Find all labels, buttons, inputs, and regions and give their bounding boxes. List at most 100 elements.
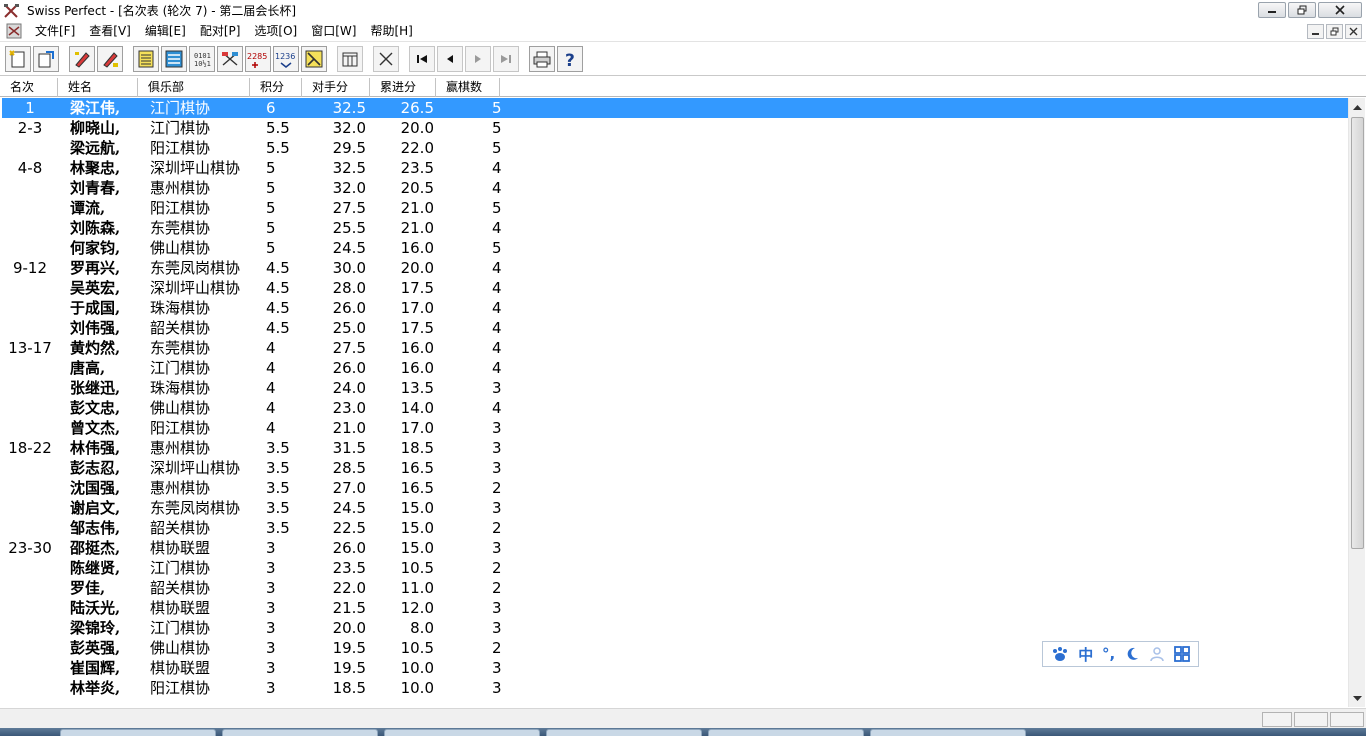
table-row[interactable]: 13-17 黄灼然, 东莞棋协 4 27.5 16.0 4 (2, 338, 1348, 358)
table-row[interactable]: 2-3 柳晓山, 江门棋协 5.5 32.0 20.0 5 (2, 118, 1348, 138)
menu-bar: 文件[F] 查看[V] 编辑[E] 配对[P] 选项[O] 窗口[W] 帮助[H… (0, 21, 1366, 42)
close-button[interactable] (1318, 2, 1362, 18)
edit-players-button[interactable] (69, 46, 95, 72)
header-rank[interactable]: 名次 (0, 78, 58, 97)
user-icon[interactable] (1149, 646, 1165, 662)
moon-icon[interactable] (1124, 646, 1140, 662)
table-row[interactable]: 9-12 罗再兴, 东莞凤岗棋协 4.5 30.0 20.0 4 (2, 258, 1348, 278)
header-club[interactable]: 俱乐部 (138, 78, 250, 97)
table-row[interactable]: 刘青春, 惠州棋协 5 32.0 20.5 4 (2, 178, 1348, 198)
menu-edit[interactable]: 编辑[E] (138, 21, 193, 42)
table-row[interactable]: 彭文忠, 佛山棋协 4 23.0 14.0 4 (2, 398, 1348, 418)
menu-help[interactable]: 帮助[H] (363, 21, 419, 42)
table-row[interactable]: 18-22 林伟强, 惠州棋协 3.5 31.5 18.5 3 (2, 438, 1348, 458)
menu-options[interactable]: 选项[O] (247, 21, 304, 42)
player-list-button[interactable] (133, 46, 159, 72)
taskbar-item[interactable] (222, 729, 378, 736)
last-round-button[interactable] (493, 46, 519, 72)
scroll-up-button[interactable] (1349, 98, 1366, 115)
table-row[interactable]: 刘伟强, 韶关棋协 4.5 25.0 17.5 4 (2, 318, 1348, 338)
table-row[interactable]: 曾文杰, 阳江棋协 4 21.0 17.0 3 (2, 418, 1348, 438)
teams-button[interactable] (301, 46, 327, 72)
taskbar-item[interactable] (870, 729, 1026, 736)
scroll-thumb[interactable] (1351, 117, 1364, 549)
mdi-close-button[interactable] (1345, 24, 1362, 39)
prev-round-button[interactable] (437, 46, 463, 72)
table-row[interactable]: 陆沃光, 棋协联盟 3 21.5 12.0 3 (2, 598, 1348, 618)
club-cell: 珠海棋协 (150, 379, 211, 397)
table-row[interactable]: 梁远航, 阳江棋协 5.5 29.5 22.0 5 (2, 138, 1348, 158)
header-name[interactable]: 姓名 (58, 78, 138, 97)
table-row[interactable]: 4-8 林聚忠, 深圳坪山棋协 5 32.5 23.5 4 (2, 158, 1348, 178)
table-row[interactable]: 于成国, 珠海棋协 4.5 26.0 17.0 4 (2, 298, 1348, 318)
edit-results-button[interactable] (97, 46, 123, 72)
table-row[interactable]: 唐高, 江门棋协 4 26.0 16.0 4 (2, 358, 1348, 378)
table-row[interactable]: 陈继贤, 江门棋协 3 23.5 10.5 2 (2, 558, 1348, 578)
club-cell: 阳江棋协 (150, 419, 211, 437)
table-row[interactable]: 何家钧, 佛山棋协 5 24.5 16.0 5 (2, 238, 1348, 258)
scroll-down-button[interactable] (1349, 690, 1366, 707)
document-icon[interactable] (6, 23, 22, 39)
menu-pairing[interactable]: 配对[P] (193, 21, 248, 42)
header-cumulative[interactable]: 累进分 (370, 78, 436, 97)
header-points[interactable]: 积分 (250, 78, 302, 97)
svg-text:0101: 0101 (194, 52, 211, 60)
rating-2285-button[interactable]: 2285 (245, 46, 271, 72)
taskbar-item[interactable] (708, 729, 864, 736)
table-row[interactable]: 吴英宏, 深圳坪山棋协 4.5 28.0 17.5 4 (2, 278, 1348, 298)
table-row[interactable]: 张继迅, 珠海棋协 4 24.0 13.5 3 (2, 378, 1348, 398)
menu-view[interactable]: 查看[V] (82, 21, 138, 42)
taskbar-item[interactable] (546, 729, 702, 736)
paw-icon[interactable] (1051, 646, 1069, 662)
binary-button[interactable]: 0101 10½1 (189, 46, 215, 72)
taskbar-item[interactable] (60, 729, 216, 736)
table-row[interactable]: 沈国强, 惠州棋协 3.5 27.0 16.5 2 (2, 478, 1348, 498)
table-row[interactable]: 梁锦玲, 江门棋协 3 20.0 8.0 3 (2, 618, 1348, 638)
grid-icon[interactable] (1173, 646, 1190, 662)
table-row[interactable]: 谢启文, 东莞凤岗棋协 3.5 24.5 15.0 3 (2, 498, 1348, 518)
next-round-button[interactable] (465, 46, 491, 72)
club-cell: 佛山棋协 (150, 239, 211, 257)
opponent-score-cell: 20.0 (332, 619, 366, 637)
first-round-button[interactable] (409, 46, 435, 72)
table-row[interactable]: 邹志伟, 韶关棋协 3.5 22.5 15.0 2 (2, 518, 1348, 538)
flags-button[interactable] (217, 46, 243, 72)
last-round-icon (501, 55, 511, 63)
table-row[interactable]: 彭志忍, 深圳坪山棋协 3.5 28.5 16.5 3 (2, 458, 1348, 478)
menu-file[interactable]: 文件[F] (28, 21, 82, 42)
rating-1236-button[interactable]: 1236 (273, 46, 299, 72)
header-opponent-score[interactable]: 对手分 (302, 78, 370, 97)
vertical-scrollbar[interactable] (1348, 98, 1365, 707)
wins-cell: 3 (492, 419, 502, 437)
minimize-button[interactable] (1258, 2, 1286, 18)
rank-cell (2, 418, 58, 438)
header-wins[interactable]: 赢棋数 (436, 78, 500, 97)
table-row[interactable]: 23-30 邵挺杰, 棋协联盟 3 26.0 15.0 3 (2, 538, 1348, 558)
player-name-cell: 崔国辉, (70, 659, 121, 677)
table-row[interactable]: 刘陈森, 东莞棋协 5 25.5 21.0 4 (2, 218, 1348, 238)
mdi-minimize-button[interactable] (1307, 24, 1324, 39)
cumulative-score-cell: 17.5 (400, 319, 434, 337)
new-tournament-button[interactable] (5, 46, 31, 72)
table-row[interactable]: 罗佳, 韶关棋协 3 22.0 11.0 2 (2, 578, 1348, 598)
table-row[interactable]: 林举炎, 阳江棋协 3 18.5 10.0 3 (2, 678, 1348, 698)
mdi-restore-button[interactable] (1326, 24, 1343, 39)
restore-button[interactable] (1288, 2, 1316, 18)
cross-table-button[interactable] (373, 46, 399, 72)
points-cell: 5.5 (266, 119, 290, 137)
opponent-score-cell: 19.5 (332, 639, 366, 657)
taskbar-item[interactable] (384, 729, 540, 736)
club-cell: 韶关棋协 (150, 519, 211, 537)
columns-view-button[interactable] (161, 46, 187, 72)
ime-punctuation-toggle[interactable]: °, (1102, 645, 1115, 663)
table-row[interactable]: 1 梁江伟, 江门棋协 6 32.5 26.5 5 (2, 98, 1348, 118)
status-panel-3 (1330, 712, 1364, 727)
print-button[interactable] (529, 46, 555, 72)
help-button[interactable]: ? (557, 46, 583, 72)
ime-mode-toggle[interactable]: 中 (1078, 644, 1093, 665)
open-tournament-button[interactable] (33, 46, 59, 72)
table-row[interactable]: 谭流, 阳江棋协 5 27.5 21.0 5 (2, 198, 1348, 218)
table-view-button[interactable] (337, 46, 363, 72)
menu-window[interactable]: 窗口[W] (304, 21, 363, 42)
cumulative-score-cell: 17.0 (400, 419, 434, 437)
